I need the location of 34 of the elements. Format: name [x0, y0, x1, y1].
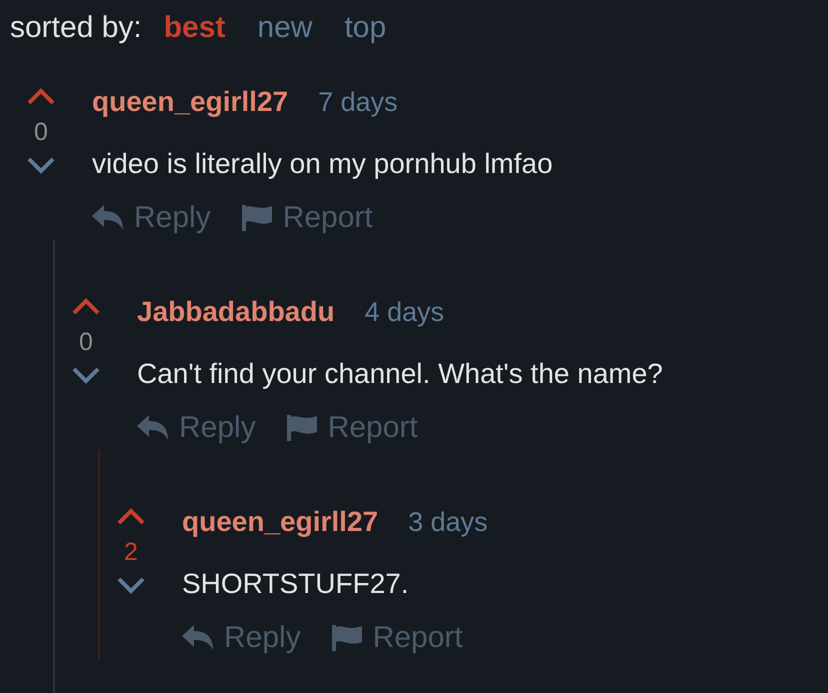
sort-option[interactable]: top — [344, 8, 386, 48]
username-link[interactable]: Jabbadabbadu — [137, 290, 335, 334]
timestamp: 4 days — [364, 296, 444, 329]
report-button[interactable]: Report — [330, 616, 463, 660]
downvote-icon[interactable] — [116, 577, 146, 595]
upvote-icon[interactable] — [26, 87, 56, 105]
comment-text: video is literally on my pornhub lmfao — [92, 147, 553, 181]
reply-button[interactable]: Reply — [182, 616, 301, 660]
reply-icon — [92, 205, 124, 231]
reply-icon — [137, 415, 169, 441]
downvote-icon[interactable] — [71, 367, 101, 385]
reply-button[interactable]: Reply — [137, 406, 256, 450]
reply-button[interactable]: Reply — [92, 196, 211, 240]
comment-text: SHORTSTUFF27. — [182, 567, 410, 601]
username-link[interactable]: queen_egirll27 — [182, 500, 378, 544]
flag-icon — [330, 625, 363, 651]
sort-option[interactable]: best — [164, 8, 226, 48]
comment-text: Can't find your channel. What's the name? — [137, 357, 663, 391]
report-button[interactable]: Report — [240, 196, 373, 240]
reply-icon — [182, 625, 214, 651]
score: 0 — [34, 117, 48, 147]
score: 2 — [124, 537, 138, 567]
report-button[interactable]: Report — [286, 406, 418, 450]
sort-label: sorted by: — [10, 10, 142, 46]
flag-icon — [286, 415, 318, 441]
upvote-icon[interactable] — [116, 507, 146, 525]
username-link[interactable]: queen_egirll27 — [92, 80, 288, 124]
downvote-icon[interactable] — [26, 157, 56, 175]
flag-icon — [240, 205, 273, 231]
score: 0 — [79, 327, 93, 357]
timestamp: 3 days — [408, 506, 488, 539]
sort-option[interactable]: new — [257, 8, 312, 48]
upvote-icon[interactable] — [71, 297, 101, 315]
timestamp: 7 days — [318, 86, 398, 119]
